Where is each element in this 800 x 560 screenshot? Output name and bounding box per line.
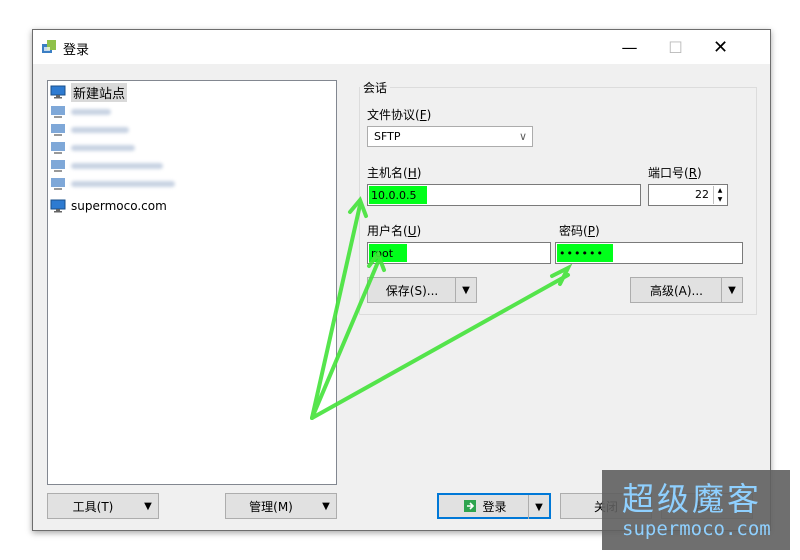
- protocol-label: 文件协议(F): [367, 108, 432, 122]
- advanced-label: 高级(A)...: [649, 283, 704, 298]
- redacted-site-name: [71, 145, 135, 151]
- monitor-icon: [50, 199, 66, 213]
- advanced-button[interactable]: 高级(A)... ▼: [630, 277, 743, 303]
- login-label: 登录: [482, 499, 507, 514]
- chevron-down-icon: ∨: [518, 130, 527, 143]
- tools-label: 工具(T): [72, 499, 114, 514]
- password-label: 密码(P): [559, 224, 600, 238]
- minimize-button[interactable]: —: [607, 30, 652, 64]
- watermark-url: supermoco.com: [622, 518, 771, 540]
- monitor-icon: [51, 178, 65, 190]
- host-label: 主机名(H): [367, 166, 422, 180]
- monitor-icon: [50, 85, 66, 99]
- dropdown-arrow-icon: ▼: [322, 500, 330, 512]
- redacted-site-name: [71, 181, 175, 187]
- site-item-supermoco[interactable]: supermoco.com: [50, 197, 167, 215]
- site-item-blurred[interactable]: [50, 175, 175, 193]
- password-input[interactable]: ••••••: [555, 242, 743, 264]
- port-value: 22: [695, 188, 709, 201]
- site-item-blurred[interactable]: [50, 157, 163, 175]
- watermark-title: 超级魔客: [622, 480, 763, 518]
- user-label: 用户名(U): [367, 224, 422, 238]
- login-dialog: 登录 — ☐ ✕ 新建站点 supermoco.com 会话 文件协议(F) S…: [32, 29, 771, 531]
- tools-button[interactable]: 工具(T) ▼: [47, 493, 159, 519]
- save-button[interactable]: 保存(S)... ▼: [367, 277, 477, 303]
- monitor-icon: [51, 106, 65, 118]
- host-input[interactable]: 10.0.0.5: [367, 184, 641, 206]
- dropdown-arrow-icon[interactable]: ▼: [528, 495, 549, 519]
- site-item-blurred[interactable]: [50, 103, 111, 121]
- dropdown-arrow-icon: ▼: [144, 500, 152, 512]
- redacted-site-name: [71, 163, 163, 169]
- password-value: ••••••: [557, 244, 613, 262]
- spin-arrows-icon[interactable]: ▲ ▼: [713, 186, 726, 204]
- site-item-new[interactable]: 新建站点: [50, 82, 128, 102]
- site-item-blurred[interactable]: [50, 121, 129, 139]
- manage-button[interactable]: 管理(M) ▼: [225, 493, 337, 519]
- maximize-button[interactable]: ☐: [653, 30, 698, 64]
- monitor-icon: [51, 124, 65, 136]
- redacted-site-name: [71, 127, 129, 133]
- site-label: 新建站点: [71, 82, 128, 102]
- protocol-select[interactable]: SFTP ∨: [367, 126, 533, 147]
- monitor-icon: [51, 142, 65, 154]
- login-icon: [464, 500, 477, 512]
- port-stepper[interactable]: 22 ▲ ▼: [648, 184, 728, 206]
- manage-label: 管理(M): [249, 499, 293, 514]
- close-window-button[interactable]: ✕: [698, 30, 743, 64]
- site-label: supermoco.com: [71, 199, 167, 213]
- monitor-icon: [51, 160, 65, 172]
- winscp-app-icon: [42, 40, 56, 53]
- window-title: 登录: [63, 43, 90, 58]
- port-label: 端口号(R): [648, 166, 702, 180]
- site-tree[interactable]: 新建站点 supermoco.com: [47, 80, 337, 485]
- watermark: 超级魔客 supermoco.com: [602, 470, 790, 550]
- username-input[interactable]: root: [367, 242, 551, 264]
- site-item-blurred[interactable]: [50, 139, 135, 157]
- redacted-site-name: [71, 109, 111, 115]
- session-legend: 会话: [360, 79, 391, 96]
- protocol-value: SFTP: [374, 130, 401, 143]
- host-value: 10.0.0.5: [369, 186, 427, 204]
- save-label: 保存(S)...: [385, 283, 439, 298]
- username-value: root: [369, 244, 407, 262]
- login-button[interactable]: 登录 ▼: [437, 493, 551, 519]
- title-bar[interactable]: 登录 — ☐ ✕: [33, 30, 770, 64]
- dropdown-arrow-icon[interactable]: ▼: [721, 278, 742, 302]
- dropdown-arrow-icon[interactable]: ▼: [455, 278, 476, 302]
